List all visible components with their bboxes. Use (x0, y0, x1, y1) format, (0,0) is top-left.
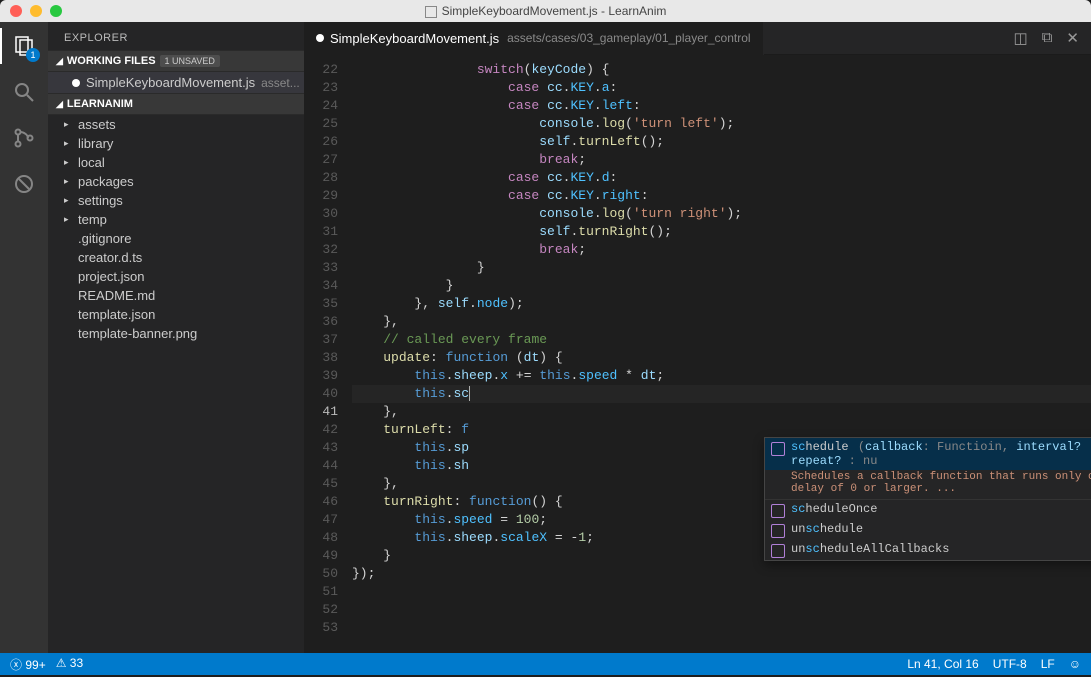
chevron-down-icon: ◢ (56, 56, 63, 67)
unsaved-badge: 1 UNSAVED (160, 55, 220, 67)
editor: SimpleKeyboardMovement.js assets/cases/0… (304, 22, 1091, 653)
code-area[interactable]: 2223242526272829303132333435363738394041… (304, 55, 1091, 653)
suggest-item-unscheduleall[interactable]: unscheduleAllCallbacks (765, 540, 1091, 560)
folder-local[interactable]: ▸local (48, 153, 304, 172)
folder-packages[interactable]: ▸packages (48, 172, 304, 191)
traffic-lights (10, 5, 62, 17)
file-item[interactable]: template-banner.png (48, 324, 304, 343)
debug-icon[interactable] (10, 170, 38, 198)
tab-row: SimpleKeyboardMovement.js assets/cases/0… (304, 22, 1091, 55)
status-feedback-icon[interactable]: ☺ (1069, 657, 1081, 671)
chevron-down-icon: ◢ (56, 99, 63, 110)
file-item[interactable]: creator.d.ts (48, 248, 304, 267)
method-icon (771, 442, 785, 456)
activity-bar: 1 (0, 22, 48, 653)
chevron-right-icon: ▸ (64, 157, 74, 168)
suggest-item-unschedule[interactable]: unschedule (765, 520, 1091, 540)
sidebar: EXPLORER ◢ WORKING FILES 1 UNSAVED Simpl… (48, 22, 304, 653)
chevron-right-icon: ▸ (64, 138, 74, 149)
working-file-item[interactable]: SimpleKeyboardMovement.js asset... (48, 72, 304, 93)
chevron-right-icon: ▸ (64, 195, 74, 206)
folder-library[interactable]: ▸library (48, 134, 304, 153)
split-editor-icon[interactable]: ◫ (1014, 29, 1028, 47)
explorer-badge: 1 (26, 48, 40, 62)
tab-actions: ◫ ⧉ ✕ (1014, 29, 1091, 47)
tab-active[interactable]: SimpleKeyboardMovement.js assets/cases/0… (304, 22, 764, 55)
gutter: 2223242526272829303132333435363738394041… (304, 55, 352, 653)
chevron-right-icon: ▸ (64, 119, 74, 130)
file-item[interactable]: template.json (48, 305, 304, 324)
suggest-doc: Schedules a callback function that runs … (765, 470, 1091, 500)
status-bar: ⓧ 99+ ⚠ 33 Ln 41, Col 16 UTF-8 LF ☺ (0, 653, 1091, 675)
dirty-indicator-icon (72, 79, 80, 87)
close-all-icon[interactable]: ✕ (1066, 29, 1079, 47)
maximize-icon[interactable] (50, 5, 62, 17)
file-item[interactable]: README.md (48, 286, 304, 305)
titlebar: SimpleKeyboardMovement.js - LearnAnim (0, 0, 1091, 22)
explorer-icon[interactable]: 1 (10, 32, 38, 60)
suggest-widget[interactable]: schedule (callback: Functioin, interval?… (764, 437, 1091, 561)
folder-assets[interactable]: ▸assets (48, 115, 304, 134)
status-ln-col[interactable]: Ln 41, Col 16 (907, 657, 978, 671)
status-encoding[interactable]: UTF-8 (993, 657, 1027, 671)
suggest-item-scheduleonce[interactable]: scheduleOnce (765, 500, 1091, 520)
source-control-icon[interactable] (10, 124, 38, 152)
search-icon[interactable] (10, 78, 38, 106)
minimize-icon[interactable] (30, 5, 42, 17)
method-icon (771, 524, 785, 538)
sidebar-title: EXPLORER (48, 22, 304, 50)
chevron-right-icon: ▸ (64, 214, 74, 225)
more-icon[interactable]: ⧉ (1042, 29, 1053, 47)
folder-temp[interactable]: ▸temp (48, 210, 304, 229)
file-item[interactable]: project.json (48, 267, 304, 286)
status-errors[interactable]: ⓧ 99+ (10, 656, 46, 673)
method-icon (771, 504, 785, 518)
code-lines[interactable]: switch(keyCode) { case cc.KEY.a: case cc… (352, 55, 1091, 653)
dirty-indicator-icon (316, 34, 324, 42)
close-icon[interactable] (10, 5, 22, 17)
status-eol[interactable]: LF (1041, 657, 1055, 671)
status-warnings[interactable]: ⚠ 33 (56, 656, 83, 673)
chevron-right-icon: ▸ (64, 176, 74, 187)
breadcrumb: assets/cases/03_gameplay/01_player_contr… (507, 31, 750, 45)
working-files-header[interactable]: ◢ WORKING FILES 1 UNSAVED (48, 50, 304, 72)
project-header[interactable]: ◢ LEARNANIM (48, 93, 304, 115)
folder-settings[interactable]: ▸settings (48, 191, 304, 210)
method-icon (771, 544, 785, 558)
suggest-item-schedule[interactable]: schedule (callback: Functioin, interval?… (765, 438, 1091, 470)
window-title: SimpleKeyboardMovement.js - LearnAnim (0, 4, 1091, 18)
file-item[interactable]: .gitignore (48, 229, 304, 248)
